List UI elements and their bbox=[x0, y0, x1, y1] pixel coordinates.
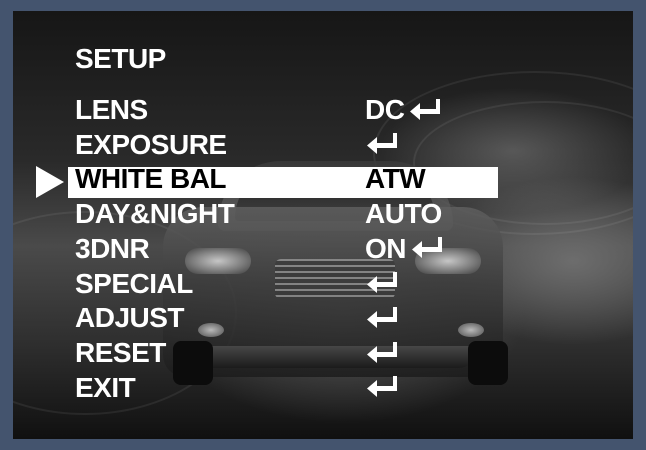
enter-return-arrow-icon bbox=[365, 340, 399, 366]
menu-item-value bbox=[365, 128, 399, 162]
right-triangle-cursor-icon bbox=[36, 166, 64, 198]
menu-item-value bbox=[365, 336, 399, 370]
menu-item-label: 3DNR bbox=[75, 232, 150, 264]
menu-item-value: DC bbox=[365, 93, 442, 127]
monitor-frame: SETUP LENS DC EXPOSURE WHITE BAL ATW DAY&NIGH… bbox=[0, 0, 646, 450]
menu-item-value bbox=[365, 371, 399, 405]
enter-return-arrow-icon bbox=[365, 270, 399, 296]
enter-return-arrow-icon bbox=[408, 97, 442, 123]
menu-item-value-text: DC bbox=[365, 94, 405, 125]
menu-item-label: WHITE BAL bbox=[75, 163, 227, 195]
enter-return-arrow-icon bbox=[365, 131, 399, 157]
menu-item-value-text: AUTO bbox=[365, 198, 442, 230]
menu-item-label: EXPOSURE bbox=[75, 128, 227, 160]
menu-item-label: EXIT bbox=[75, 371, 136, 403]
menu-item-value bbox=[365, 301, 399, 335]
menu-item-value: AUTO bbox=[365, 197, 442, 231]
enter-return-arrow-icon bbox=[365, 374, 399, 400]
menu-title: SETUP bbox=[75, 43, 166, 74]
menu-item-label: SPECIAL bbox=[75, 267, 193, 299]
menu-item-value: ATW bbox=[365, 162, 426, 196]
menu-item-label: ADJUST bbox=[75, 302, 185, 334]
menu-item-value-text: ATW bbox=[365, 163, 426, 195]
menu-item-label: DAY&NIGHT bbox=[75, 198, 235, 230]
menu-item-label: RESET bbox=[75, 336, 166, 368]
menu-item-label: LENS bbox=[75, 94, 148, 125]
menu-item-value-text: ON bbox=[365, 232, 407, 264]
menu-item-value: ON bbox=[365, 232, 444, 266]
enter-return-arrow-icon bbox=[410, 235, 444, 261]
enter-return-arrow-icon bbox=[365, 305, 399, 331]
menu-item-value bbox=[365, 267, 399, 301]
